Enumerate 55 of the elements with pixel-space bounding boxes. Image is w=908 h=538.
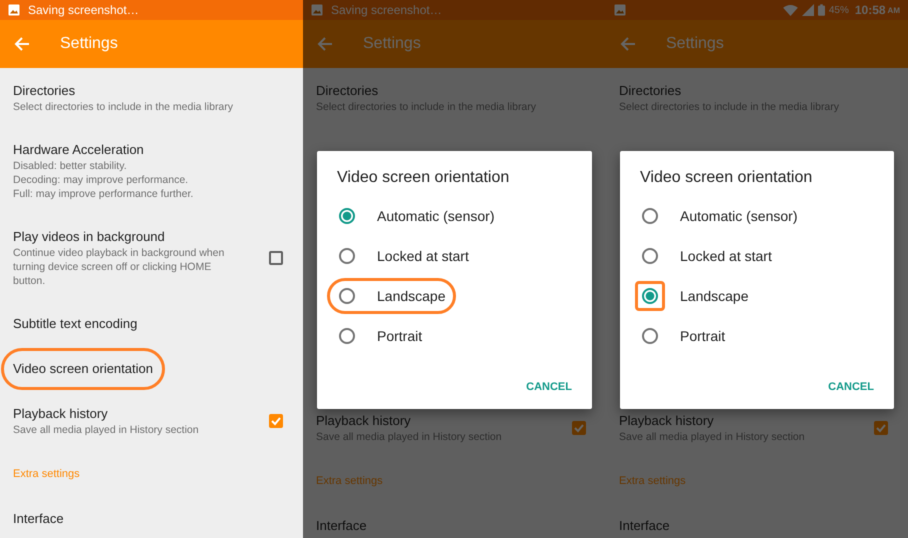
- battery-percent: 45%: [828, 4, 849, 16]
- back-arrow-icon[interactable]: [317, 36, 333, 52]
- option-label[interactable]: Locked at start: [377, 248, 469, 264]
- wifi-icon: [782, 4, 798, 16]
- back-arrow-icon[interactable]: [620, 36, 636, 52]
- setting-description: Full: may improve performance further.: [13, 187, 194, 201]
- setting-title[interactable]: Play videos in background: [13, 229, 165, 244]
- clock-time: 10:58: [854, 3, 886, 17]
- setting-title[interactable]: Subtitle text encoding: [13, 316, 138, 331]
- setting-title[interactable]: Interface: [13, 511, 64, 526]
- screen-title: Settings: [363, 35, 421, 53]
- section-header: Extra settings: [619, 475, 686, 487]
- setting-description: Select directories to include in the media library: [13, 100, 234, 114]
- setting-title[interactable]: Playback history: [13, 406, 108, 421]
- option-label[interactable]: Landscape: [680, 288, 749, 304]
- checkbox[interactable]: [269, 414, 283, 428]
- setting-title[interactable]: Video screen orientation: [13, 361, 153, 376]
- checkbox[interactable]: [269, 251, 283, 265]
- screen-title: Settings: [666, 35, 724, 53]
- setting-title[interactable]: Hardware Acceleration: [13, 142, 144, 157]
- dialog-title: Video screen orientation: [640, 169, 814, 187]
- image-icon: [311, 4, 323, 16]
- image-icon: [8, 4, 20, 16]
- radio-button[interactable]: [642, 248, 658, 264]
- screen-title: Settings: [60, 35, 118, 53]
- option-label[interactable]: Automatic (sensor): [680, 208, 798, 224]
- radio-button[interactable]: [339, 208, 355, 224]
- setting-description: Disabled: better stability.: [13, 159, 127, 173]
- section-header: Extra settings: [316, 475, 383, 487]
- setting-description: Continue video playback in background when turning device screen off or clicking HOME button.: [13, 246, 226, 288]
- radio-button[interactable]: [339, 248, 355, 264]
- radio-button[interactable]: [642, 208, 658, 224]
- image-icon: [614, 4, 626, 16]
- option-label[interactable]: Portrait: [680, 328, 726, 344]
- signal-icon: [802, 4, 814, 16]
- notification-text: Saving screenshot…: [331, 3, 442, 17]
- radio-button[interactable]: [642, 328, 658, 344]
- option-label[interactable]: Landscape: [377, 288, 446, 304]
- setting-description: Decoding: may improve performance.: [13, 173, 188, 187]
- dialog-title: Video screen orientation: [337, 169, 510, 187]
- option-label[interactable]: Portrait: [377, 328, 422, 344]
- checkbox[interactable]: [572, 421, 586, 435]
- option-label[interactable]: Automatic (sensor): [377, 208, 494, 224]
- notification-text: Saving screenshot…: [28, 3, 139, 17]
- back-arrow-icon[interactable]: [14, 36, 30, 52]
- radio-button[interactable]: [339, 328, 355, 344]
- setting-title[interactable]: Directories: [13, 83, 76, 98]
- radio-button[interactable]: [642, 288, 658, 304]
- battery-icon: [818, 4, 825, 16]
- clock-period: AM: [888, 6, 900, 14]
- setting-description: Save all media played in History section: [13, 423, 199, 437]
- section-header: Extra settings: [13, 468, 80, 480]
- radio-button[interactable]: [339, 288, 355, 304]
- option-label[interactable]: Locked at start: [680, 248, 772, 264]
- checkbox[interactable]: [874, 421, 888, 435]
